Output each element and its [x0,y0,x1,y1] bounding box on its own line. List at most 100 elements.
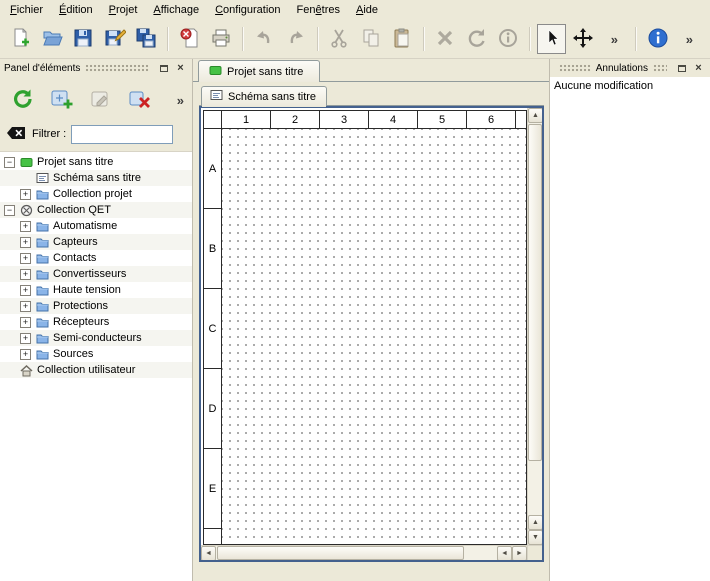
tree-expand-icon[interactable]: + [20,333,31,344]
cut-button[interactable] [325,24,354,54]
elements-panel-titlebar[interactable]: Panel d'éléments × [0,59,192,77]
new-document-icon [10,27,32,52]
print-button[interactable] [206,24,235,54]
scroll-up-button-bottom[interactable]: ▲ [528,515,543,530]
tab-schema-sans-titre[interactable]: Schéma sans titre [201,86,327,106]
schema-tab-label: Schéma sans titre [228,91,316,103]
menu-affichage[interactable]: Affichage [145,0,207,20]
dock-grip[interactable] [85,64,149,72]
elements-panel-close-button[interactable]: × [173,61,188,75]
open-file-button[interactable] [37,24,66,54]
tree-expand-icon[interactable]: + [20,189,31,200]
info-button[interactable] [493,24,522,54]
save-as-button[interactable] [100,24,129,54]
move-tool-button[interactable] [568,24,597,54]
dock-grip[interactable] [653,64,667,72]
row-header: C [204,289,222,369]
reload-collections-button[interactable] [8,85,38,115]
diagram-view[interactable]: 1 2 3 4 5 6 A B C [199,106,544,562]
save-all-button[interactable] [132,24,161,54]
scroll-up-button[interactable]: ▲ [528,108,543,123]
schema-grid[interactable] [222,129,526,544]
select-tool-button[interactable] [537,24,566,54]
horizontal-scrollbar[interactable]: ◄ ◄ ► [201,545,527,560]
menu-configuration[interactable]: Configuration [207,0,288,20]
copy-button[interactable] [356,24,385,54]
tree-expand-icon[interactable]: + [20,349,31,360]
about-qet-button[interactable] [643,24,672,54]
horizontal-scroll-thumb[interactable] [217,546,464,560]
elements-panel-toolbar: » [0,77,192,123]
horizontal-scroll-track[interactable] [216,546,497,560]
tree-item-collection-utilisateur[interactable]: Collection utilisateur [0,362,192,378]
save-button[interactable] [69,24,98,54]
tree-item-sources[interactable]: + Sources [0,346,192,362]
undo-button[interactable] [250,24,279,54]
tree-collapse-icon[interactable]: − [4,157,15,168]
tree-item-capteurs[interactable]: + Capteurs [0,234,192,250]
scroll-left-button-right[interactable]: ◄ [497,546,512,561]
toolbar-overflow-button-right[interactable]: » [675,24,705,54]
menu-edition[interactable]: Édition [51,0,101,20]
tab-projet-sans-titre[interactable]: Projet sans titre [198,60,320,82]
new-element-button[interactable] [47,85,77,115]
tree-expand-icon[interactable]: + [20,317,31,328]
tree-expand-icon[interactable]: + [20,221,31,232]
tree-item-recepteurs[interactable]: + Récepteurs [0,314,192,330]
tree-expand-icon[interactable]: + [20,301,31,312]
tree-item-contacts[interactable]: + Contacts [0,250,192,266]
tree-item-collection-qet[interactable]: − Collection QET [0,202,192,218]
tree-item-projet-sans-titre[interactable]: − Projet sans titre [0,154,192,170]
tree-expand-icon[interactable]: + [20,253,31,264]
dock-grip[interactable] [559,64,591,72]
ruler-corner [204,111,222,129]
menu-projet[interactable]: Projet [101,0,146,20]
tree-item-haute-tension[interactable]: + Haute tension [0,282,192,298]
scroll-down-button[interactable]: ▼ [528,530,543,545]
tree-expand-icon[interactable]: + [20,269,31,280]
clear-filter-button[interactable] [5,126,27,142]
sheet-body: A B C D E [204,129,526,544]
menu-fenetres[interactable]: Fenêtres [289,0,348,20]
edit-element-button[interactable] [86,85,116,115]
panel-overflow-button[interactable]: » [177,93,184,108]
diagram-viewport[interactable]: 1 2 3 4 5 6 A B C [201,108,527,545]
toolbar-separator [317,27,319,51]
vertical-scrollbar[interactable]: ▲ ▲ ▼ [527,108,542,545]
tree-expander-spacer [20,173,31,184]
tree-item-schema-sans-titre[interactable]: Schéma sans titre [0,170,192,186]
close-file-button[interactable] [175,24,204,54]
folder-icon [35,236,49,249]
column-header: 6 [467,111,516,129]
redo-button[interactable] [281,24,310,54]
tree-item-collection-projet[interactable]: + Collection projet [0,186,192,202]
tree-item-automatisme[interactable]: + Automatisme [0,218,192,234]
menu-aide[interactable]: Aide [348,0,386,20]
filter-input[interactable] [71,125,173,144]
project-icon [209,65,222,79]
new-file-button[interactable] [6,24,35,54]
vertical-scroll-track[interactable] [528,123,542,515]
tree-item-protections[interactable]: + Protections [0,298,192,314]
elements-panel-float-button[interactable] [156,61,171,75]
tree-item-semi-conducteurs[interactable]: + Semi-conducteurs [0,330,192,346]
toolbar-overflow-button[interactable]: » [600,24,630,54]
undo-dock-close-button[interactable]: × [691,61,706,75]
vertical-scroll-thumb[interactable] [528,124,542,461]
scroll-left-button[interactable]: ◄ [201,546,216,561]
tree-collapse-icon[interactable]: − [4,205,15,216]
undo-dock-titlebar[interactable]: Annulations × [550,59,710,77]
rotate-button[interactable] [462,24,491,54]
undo-history-list[interactable]: Aucune modification [550,77,710,581]
elements-tree[interactable]: − Projet sans titre Schéma sans titre + … [0,151,192,581]
delete-button[interactable] [431,24,460,54]
tree-expand-icon[interactable]: + [20,237,31,248]
project-icon [19,156,33,169]
paste-button[interactable] [387,24,416,54]
scroll-right-button[interactable]: ► [512,546,527,561]
tree-expand-icon[interactable]: + [20,285,31,296]
delete-element-button[interactable] [125,85,155,115]
undo-dock-float-button[interactable] [674,61,689,75]
menu-fichier[interactable]: Fichier [2,0,51,20]
tree-item-convertisseurs[interactable]: + Convertisseurs [0,266,192,282]
